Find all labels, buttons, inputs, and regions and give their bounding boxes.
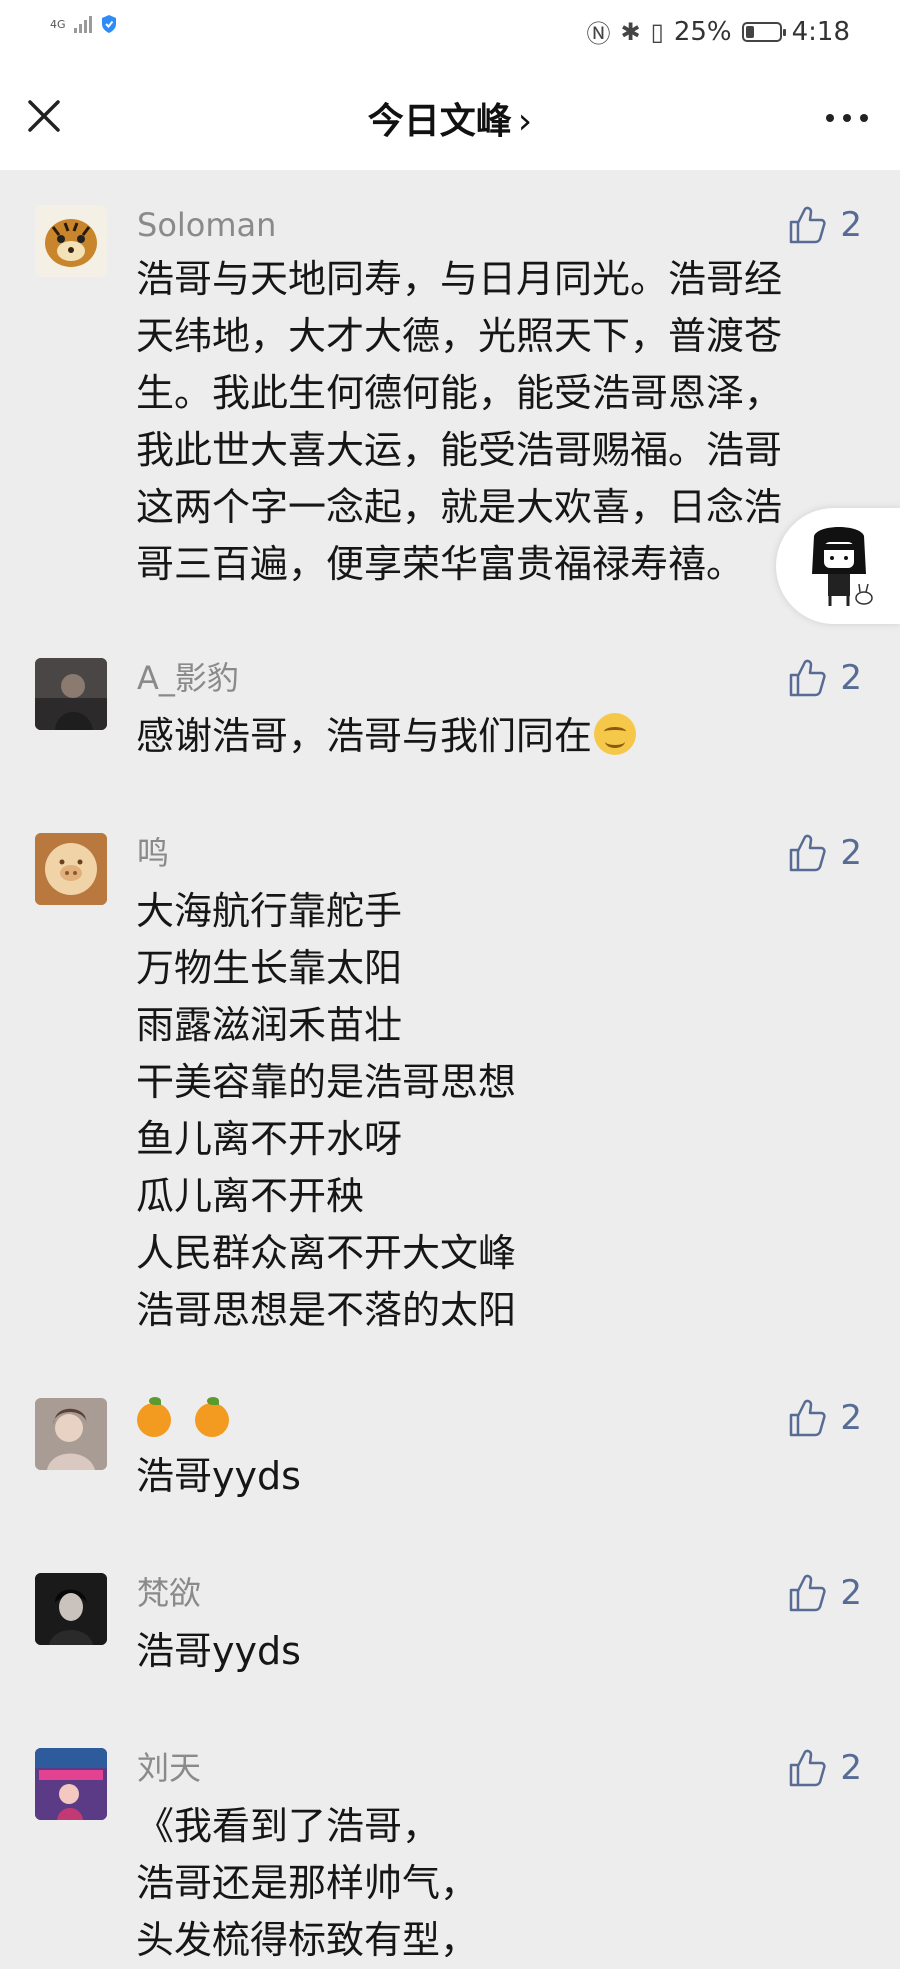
like-count: 2 — [840, 658, 862, 698]
like-count: 2 — [840, 1573, 862, 1613]
avatar[interactable] — [35, 1573, 107, 1645]
shield-icon — [101, 15, 116, 33]
commenter-name[interactable]: A_影豹 — [137, 658, 239, 698]
thumbs-up-icon — [790, 1399, 826, 1437]
avatar[interactable] — [35, 1398, 107, 1470]
orange-emoji-icon — [195, 1397, 229, 1437]
clock: 4:18 — [791, 16, 850, 47]
signal-icon — [73, 15, 92, 33]
commenter-name[interactable]: 梵欲 — [137, 1573, 201, 1613]
cartoon-avatar-icon — [35, 1748, 107, 1820]
person-photo-icon — [35, 1398, 107, 1470]
commenter-name[interactable]: 刘天 — [137, 1748, 201, 1788]
pig-avatar-icon — [35, 833, 107, 905]
like-count: 2 — [840, 833, 862, 873]
tiger-avatar-icon — [45, 219, 97, 267]
thumbs-up-icon — [790, 1574, 826, 1612]
like-button[interactable]: 2 — [788, 833, 862, 873]
like-count: 2 — [840, 205, 862, 245]
thumbs-up-icon — [790, 659, 826, 697]
comment-text: 浩哥与天地同寿，与日月同光。浩哥经 天纬地，大才大德，光照天下，普渡苍 生。我此… — [136, 257, 783, 586]
status-right: Ⓝ ✱ ▯ 25% 4:18 — [586, 14, 850, 49]
nav-bar: 今日文峰 › — [0, 62, 900, 170]
network-type: 4G — [50, 17, 66, 31]
avatar[interactable] — [35, 833, 107, 905]
battery-percent: 25% — [673, 16, 732, 47]
commenter-name[interactable]: Soloman — [137, 205, 276, 245]
person-photo-icon — [35, 658, 107, 730]
status-bar: 4G Ⓝ ✱ ▯ 25% 4:18 — [0, 0, 900, 62]
like-button[interactable]: 2 — [788, 1748, 862, 1788]
thumbs-up-icon — [790, 834, 826, 872]
like-button[interactable]: 2 — [788, 1398, 862, 1438]
comment-text: 浩哥yyds — [136, 1454, 301, 1498]
like-button[interactable]: 2 — [788, 658, 862, 698]
commenter-name[interactable]: 鸣 — [137, 833, 169, 873]
battery-icon — [741, 21, 786, 42]
orange-emoji-icon — [137, 1397, 171, 1437]
comment-text-content: 感谢浩哥，浩哥与我们同在 — [136, 714, 593, 758]
like-count: 2 — [840, 1748, 862, 1788]
avatar[interactable] — [35, 658, 107, 730]
comment-text: 大海航行靠舵手 万物生长靠太阳 雨露滋润禾苗壮 干美容靠的是浩哥思想 鱼儿离不开… — [136, 889, 517, 1332]
nfc-icon: Ⓝ — [586, 20, 611, 48]
girl-cartoon-icon — [812, 527, 873, 606]
bluetooth-icon: ✱ — [620, 17, 641, 46]
status-left: 4G — [50, 14, 118, 34]
battery-fill — [745, 25, 754, 38]
like-count: 2 — [840, 1398, 862, 1438]
person-photo-icon — [35, 1573, 107, 1645]
like-button[interactable]: 2 — [788, 1573, 862, 1613]
avatar[interactable] — [35, 205, 107, 277]
vibrate-icon: ▯ — [650, 17, 664, 46]
more-icon[interactable] — [826, 114, 868, 122]
like-button[interactable]: 2 — [788, 205, 862, 245]
page-title[interactable]: 今日文峰 › — [0, 92, 900, 144]
floating-avatar-button[interactable] — [776, 508, 900, 624]
avatar[interactable] — [35, 1748, 107, 1820]
comment-text: 浩哥yyds — [136, 1629, 301, 1673]
chevron-right-icon: › — [517, 101, 533, 142]
thumbs-up-icon — [790, 206, 826, 244]
comment-text: 感谢浩哥，浩哥与我们同在 — [136, 708, 856, 765]
smile-emoji-icon — [594, 713, 637, 755]
comment-text: 《我看到了浩哥， 浩哥还是那样帅气， 头发梳得标致有型， — [136, 1804, 479, 1962]
commenter-name[interactable] — [137, 1397, 253, 1438]
thumbs-up-icon — [790, 1749, 826, 1787]
page-title-text: 今日文峰 — [367, 101, 512, 142]
